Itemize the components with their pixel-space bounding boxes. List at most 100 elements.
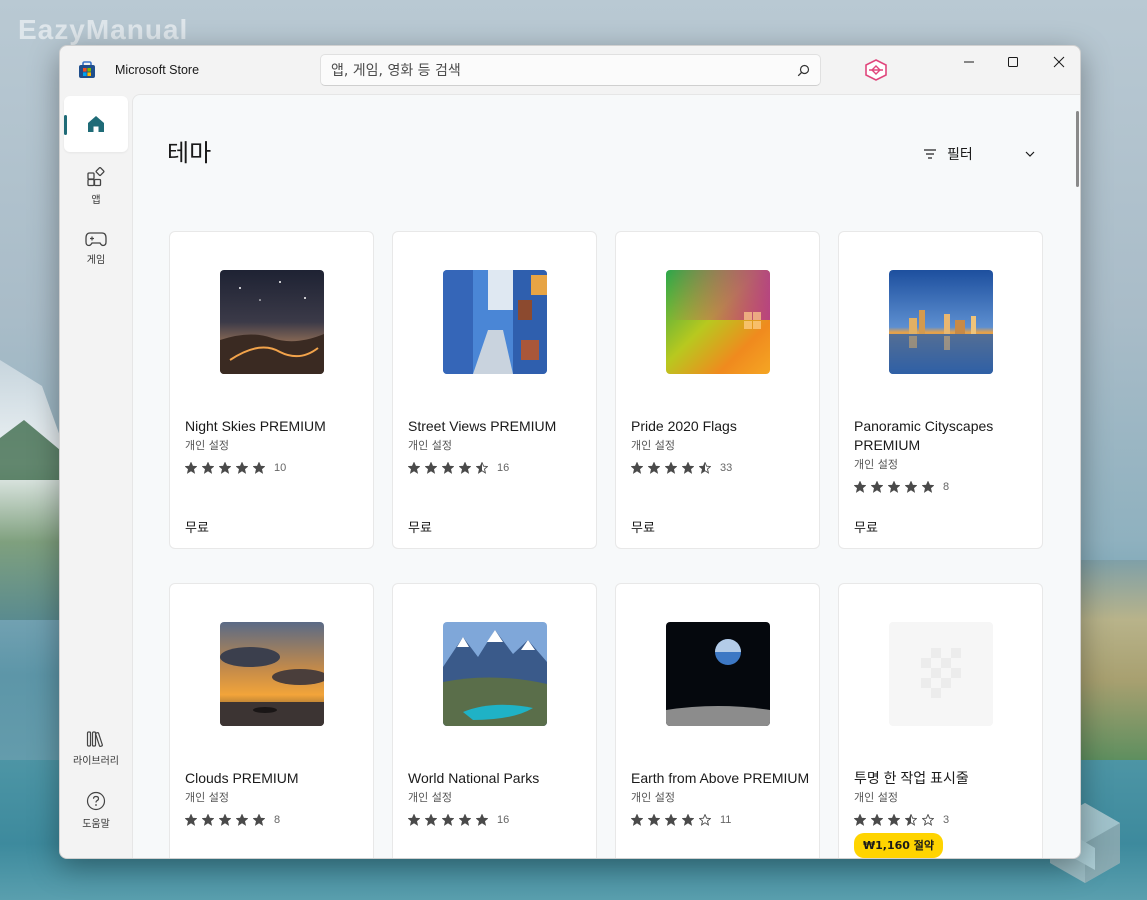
cityscapes-thumbnail xyxy=(889,270,993,374)
sidebar-item-apps[interactable]: 앱 xyxy=(64,158,128,214)
card-category: 개인 설정 xyxy=(185,791,229,804)
card-category: 개인 설정 xyxy=(854,458,898,471)
card-title: Night Skies PREMIUM 개인 설정 10 xyxy=(185,417,365,475)
star-full-icon xyxy=(202,814,214,826)
star-full-icon xyxy=(871,814,883,826)
street-views-thumbnail xyxy=(443,270,547,374)
star-full-icon xyxy=(682,462,694,474)
theme-card[interactable]: Panoramic Cityscapes PREMIUM 개인 설정 8 무료 xyxy=(838,231,1043,549)
star-full-icon xyxy=(648,462,660,474)
scrollbar[interactable] xyxy=(1076,111,1079,187)
star-full-icon xyxy=(219,462,231,474)
star-empty-icon xyxy=(699,814,711,826)
theme-card[interactable]: 투명 한 작업 표시줄 개인 설정 3 ₩1,160 절약 xyxy=(838,583,1043,858)
star-half-icon xyxy=(476,462,488,474)
minimize-button[interactable] xyxy=(946,46,992,78)
rating-count: 3 xyxy=(943,813,950,826)
chevron-down-icon xyxy=(1025,151,1035,157)
theme-card[interactable]: Earth from Above PREMIUM 개인 설정 11 xyxy=(615,583,820,858)
maximize-button[interactable] xyxy=(990,46,1036,78)
search-input[interactable] xyxy=(331,60,771,82)
close-icon xyxy=(1053,56,1065,68)
star-full-icon xyxy=(442,814,454,826)
star-full-icon xyxy=(202,462,214,474)
filter-label: 필터 xyxy=(947,147,973,163)
rating-count: 8 xyxy=(943,480,950,493)
card-title: Earth from Above PREMIUM 개인 설정 11 xyxy=(631,769,811,827)
star-empty-icon xyxy=(922,814,934,826)
sidebar-item-help[interactable]: 도움말 xyxy=(64,782,128,838)
close-button[interactable] xyxy=(1036,46,1080,78)
card-title-text: Pride 2020 Flags xyxy=(631,418,737,434)
star-rating: 3 xyxy=(854,813,1034,827)
theme-card[interactable]: Clouds PREMIUM 개인 설정 8 xyxy=(169,583,374,858)
card-category: 개인 설정 xyxy=(854,791,898,804)
sidebar-item-games[interactable]: 게임 xyxy=(64,220,128,276)
card-category: 개인 설정 xyxy=(631,439,675,452)
star-full-icon xyxy=(236,814,248,826)
sidebar-item-library[interactable]: 라이브러리 xyxy=(64,720,128,776)
pride-flags-thumbnail xyxy=(666,270,770,374)
star-full-icon xyxy=(442,462,454,474)
star-full-icon xyxy=(854,481,866,493)
price-label: 무료 xyxy=(185,521,209,536)
theme-card[interactable]: Night Skies PREMIUM 개인 설정 10 무료 xyxy=(169,231,374,549)
search-icon[interactable] xyxy=(797,64,810,77)
sidebar-item-label: 도움말 xyxy=(82,818,110,830)
star-full-icon xyxy=(253,462,265,474)
national-parks-thumbnail xyxy=(443,622,547,726)
sidebar-item-label: 라이브러리 xyxy=(73,755,119,767)
star-rating: 33 xyxy=(631,461,811,475)
star-full-icon xyxy=(185,462,197,474)
rating-count: 16 xyxy=(497,813,510,826)
filter-button[interactable]: 필터 xyxy=(923,143,1035,165)
star-full-icon xyxy=(922,481,934,493)
star-full-icon xyxy=(219,814,231,826)
star-rating: 16 xyxy=(408,461,588,475)
rating-count: 33 xyxy=(720,461,733,474)
star-full-icon xyxy=(854,814,866,826)
star-full-icon xyxy=(425,462,437,474)
card-category: 개인 설정 xyxy=(631,791,675,804)
star-full-icon xyxy=(648,814,660,826)
watermark: EazyManual xyxy=(18,14,189,45)
night-skies-thumbnail xyxy=(220,270,324,374)
theme-card[interactable]: World National Parks 개인 설정 16 xyxy=(392,583,597,858)
main-content: 테마 필터 Night Skies PREMIUM 개인 설정 10 무료 St… xyxy=(132,94,1080,858)
star-full-icon xyxy=(871,481,883,493)
star-full-icon xyxy=(665,462,677,474)
title-bar[interactable]: Microsoft Store xyxy=(60,46,1080,94)
search-box[interactable] xyxy=(320,54,821,86)
active-indicator xyxy=(64,115,67,135)
profile-icon[interactable] xyxy=(864,59,888,81)
clouds-thumbnail xyxy=(220,622,324,726)
card-title-text: Panoramic Cityscapes PREMIUM xyxy=(854,418,994,453)
star-rating: 10 xyxy=(185,461,365,475)
rating-count: 8 xyxy=(274,813,281,826)
star-rating: 11 xyxy=(631,813,811,827)
card-title: Clouds PREMIUM 개인 설정 8 xyxy=(185,769,365,827)
gamepad-icon xyxy=(85,231,107,246)
card-category: 개인 설정 xyxy=(408,791,452,804)
card-title-text: World National Parks xyxy=(408,770,540,786)
theme-card[interactable]: Pride 2020 Flags 개인 설정 33 무료 xyxy=(615,231,820,549)
card-title: Panoramic Cityscapes PREMIUM 개인 설정 8 xyxy=(854,417,1034,494)
star-rating: 8 xyxy=(854,480,1034,494)
star-full-icon xyxy=(631,462,643,474)
card-title-text: Night Skies PREMIUM xyxy=(185,418,326,434)
card-title-text: Street Views PREMIUM xyxy=(408,418,557,434)
card-title: World National Parks 개인 설정 16 xyxy=(408,769,588,827)
star-full-icon xyxy=(888,814,900,826)
sidebar-item-home[interactable] xyxy=(64,96,128,152)
price-discount-badge: ₩1,160 절약 xyxy=(854,833,943,858)
star-full-icon xyxy=(682,814,694,826)
help-icon xyxy=(86,791,106,810)
rating-count: 10 xyxy=(274,461,287,474)
star-full-icon xyxy=(425,814,437,826)
card-title-text: Clouds PREMIUM xyxy=(185,770,299,786)
card-title-text: 투명 한 작업 표시줄 xyxy=(854,770,969,786)
star-full-icon xyxy=(459,462,471,474)
star-full-icon xyxy=(408,462,420,474)
earth-above-thumbnail xyxy=(666,622,770,726)
theme-card[interactable]: Street Views PREMIUM 개인 설정 16 무료 xyxy=(392,231,597,549)
